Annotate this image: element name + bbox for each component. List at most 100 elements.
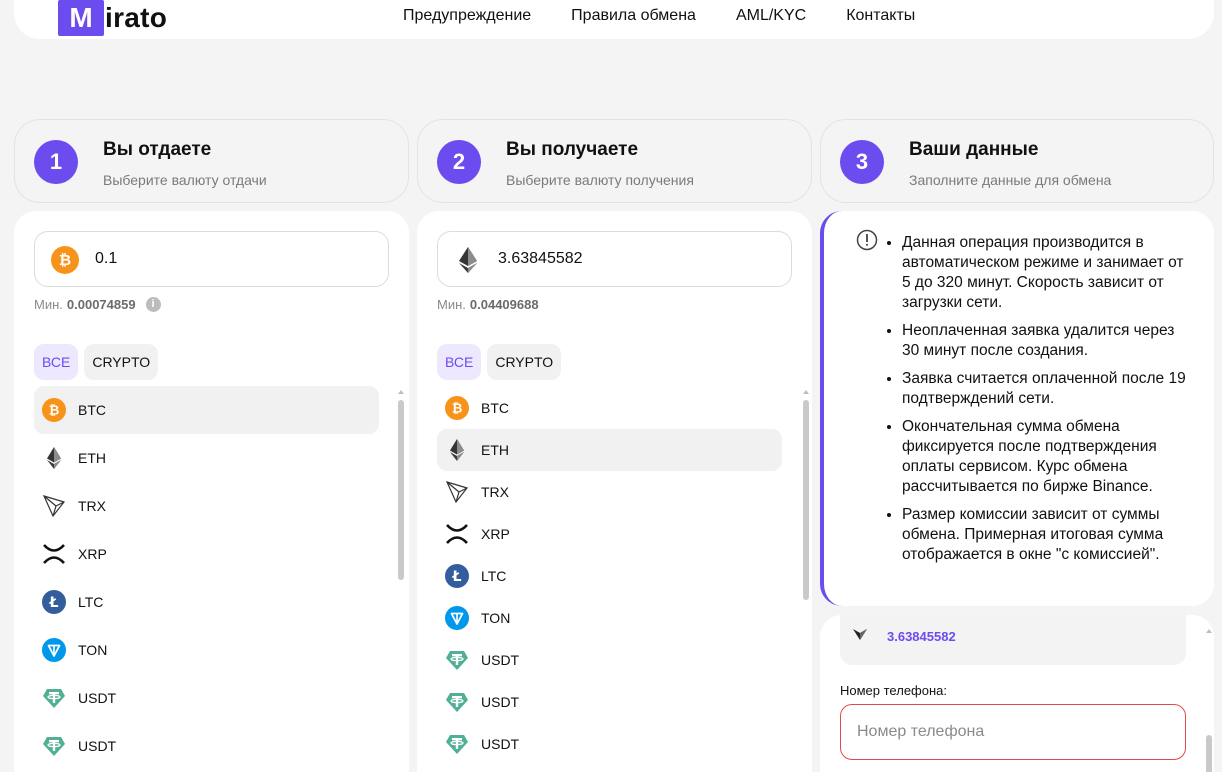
- get-amount-field[interactable]: 3.63845582: [437, 231, 792, 287]
- currency-item-btc[interactable]: ₿ BTC: [437, 387, 782, 429]
- currency-item-ltc[interactable]: Ł LTC: [34, 578, 379, 626]
- usdt-icon: [445, 690, 469, 714]
- get-currency-list: ₿ BTC ETH TRX XRP Ł LTC TON USDT USDT USDT: [437, 387, 782, 765]
- min-label: Мин.: [437, 297, 466, 312]
- scroll-thumb[interactable]: [398, 400, 404, 580]
- currency-label: TON: [78, 642, 108, 658]
- scroll-up-arrow[interactable]: [398, 390, 404, 394]
- currency-item-xrp[interactable]: XRP: [34, 530, 379, 578]
- filter-crypto[interactable]: CRYPTO: [84, 344, 159, 380]
- currency-label: BTC: [481, 400, 509, 416]
- info-item: Заявка считается оплаченной после 19 под…: [902, 369, 1192, 409]
- currency-item-usdt[interactable]: USDT: [437, 681, 782, 723]
- ton-icon: [445, 606, 469, 630]
- step-card-get: 2 Вы получаете Выберите валюту получения: [417, 119, 812, 203]
- currency-item-ltc[interactable]: Ł LTC: [437, 555, 782, 597]
- eth-icon: [42, 446, 66, 470]
- nav-link-contacts[interactable]: Контакты: [846, 7, 915, 25]
- currency-item-trx[interactable]: TRX: [437, 471, 782, 513]
- currency-item-usdt[interactable]: USDT: [437, 723, 782, 765]
- ton-icon: [42, 638, 66, 662]
- usdt-icon: [42, 734, 66, 758]
- currency-label: USDT: [481, 694, 520, 710]
- info-item: Неоплаченная заявка удалится через 30 ми…: [902, 321, 1192, 361]
- currency-label: LTC: [78, 594, 104, 610]
- logo-text: irato: [105, 2, 168, 33]
- currency-label: XRP: [481, 526, 510, 542]
- info-item: Данная операция производится в автоматич…: [902, 233, 1192, 313]
- currency-label: TRX: [78, 498, 106, 514]
- filter-crypto[interactable]: CRYPTO: [487, 344, 562, 380]
- svg-text:Ł: Ł: [452, 569, 462, 585]
- nav-link-aml-kyc[interactable]: AML/KYC: [736, 7, 806, 25]
- ltc-icon: Ł: [42, 590, 66, 614]
- info-item: Окончательная сумма обмена фиксируется п…: [902, 417, 1192, 497]
- eth-icon: [459, 247, 477, 273]
- step-number: 1: [34, 140, 78, 184]
- scroll-up-arrow[interactable]: [803, 390, 809, 394]
- currency-item-eth[interactable]: ETH: [437, 429, 782, 471]
- min-label: Мин.: [34, 297, 63, 312]
- logo[interactable]: M irato: [58, 0, 167, 36]
- currency-item-ton[interactable]: TON: [34, 626, 379, 674]
- currency-label: USDT: [78, 690, 117, 706]
- give-currency-list: ₿ BTC ETH TRX XRP Ł LTC TON USDT USDT: [34, 386, 379, 770]
- info-icon[interactable]: i: [145, 297, 161, 312]
- currency-label: TRX: [481, 484, 509, 500]
- currency-label: LTC: [481, 568, 507, 584]
- step-subtitle: Заполните данные для обмена: [909, 172, 1112, 188]
- currency-item-trx[interactable]: TRX: [34, 482, 379, 530]
- trx-icon: [42, 494, 66, 518]
- step-card-data: 3 Ваши данные Заполните данные для обмен…: [820, 119, 1214, 203]
- min-value: 0.00074859: [66, 297, 136, 312]
- warning-circle-icon: [856, 229, 878, 251]
- filter-all[interactable]: ВСЕ: [34, 344, 79, 380]
- currency-item-eth[interactable]: ETH: [34, 434, 379, 482]
- give-min-amount: Мин. 0.00074859 i: [34, 297, 161, 312]
- currency-item-xrp[interactable]: XRP: [437, 513, 782, 555]
- receive-amount: 3.63845582: [887, 629, 956, 644]
- get-amount-value[interactable]: 3.63845582: [498, 250, 583, 268]
- svg-text:₿: ₿: [49, 404, 60, 419]
- step-title: Вы получаете: [506, 139, 639, 160]
- nav-link-warning[interactable]: Предупреждение: [403, 7, 531, 25]
- info-list: Данная операция производится в автоматич…: [902, 233, 1192, 573]
- usdt-icon: [445, 732, 469, 756]
- scroll-thumb[interactable]: [803, 400, 809, 600]
- get-min-amount: Мин. 0.04409688: [437, 297, 539, 312]
- step-subtitle: Выберите валюту получения: [506, 172, 694, 188]
- eth-icon: [853, 629, 867, 640]
- step-number: 2: [437, 140, 481, 184]
- currency-label: USDT: [481, 652, 520, 668]
- svg-text:₿: ₿: [452, 402, 463, 417]
- currency-item-btc[interactable]: ₿ BTC: [34, 386, 379, 434]
- data-panel: 3.63845582 Номер телефона:: [820, 615, 1214, 772]
- currency-label: ETH: [481, 442, 509, 458]
- currency-label: TON: [481, 610, 511, 626]
- currency-label: BTC: [78, 402, 106, 418]
- xrp-icon: [42, 542, 66, 566]
- currency-item-ton[interactable]: TON: [437, 597, 782, 639]
- scroll-up-arrow[interactable]: [1206, 629, 1212, 633]
- btc-icon: ₿: [445, 396, 469, 420]
- nav-link-rules[interactable]: Правила обмена: [571, 7, 696, 25]
- step-title: Ваши данные: [909, 139, 1039, 160]
- filter-all[interactable]: ВСЕ: [437, 344, 482, 380]
- trx-icon: [445, 480, 469, 504]
- currency-item-usdt[interactable]: USDT: [34, 674, 379, 722]
- usdt-icon: [42, 686, 66, 710]
- svg-text:Ł: Ł: [49, 595, 59, 611]
- phone-label: Номер телефона:: [840, 683, 947, 698]
- give-amount-value[interactable]: 0.1: [95, 250, 117, 268]
- currency-item-usdt[interactable]: USDT: [437, 639, 782, 681]
- phone-input[interactable]: [840, 704, 1186, 760]
- give-amount-field[interactable]: ₿ 0.1: [34, 231, 389, 287]
- xrp-icon: [445, 522, 469, 546]
- step-card-give: 1 Вы отдаете Выберите валюту отдачи: [14, 119, 409, 203]
- main-nav: Предупреждение Правила обмена AML/KYC Ко…: [403, 7, 915, 25]
- scroll-thumb[interactable]: [1206, 735, 1212, 772]
- give-panel: ₿ 0.1 Мин. 0.00074859 i ВСЕ CRYPTO ₿ BTC E…: [14, 211, 409, 772]
- currency-label: USDT: [78, 738, 117, 754]
- currency-item-usdt[interactable]: USDT: [34, 722, 379, 770]
- info-item: Размер комиссии зависит от суммы обмена.…: [902, 505, 1192, 565]
